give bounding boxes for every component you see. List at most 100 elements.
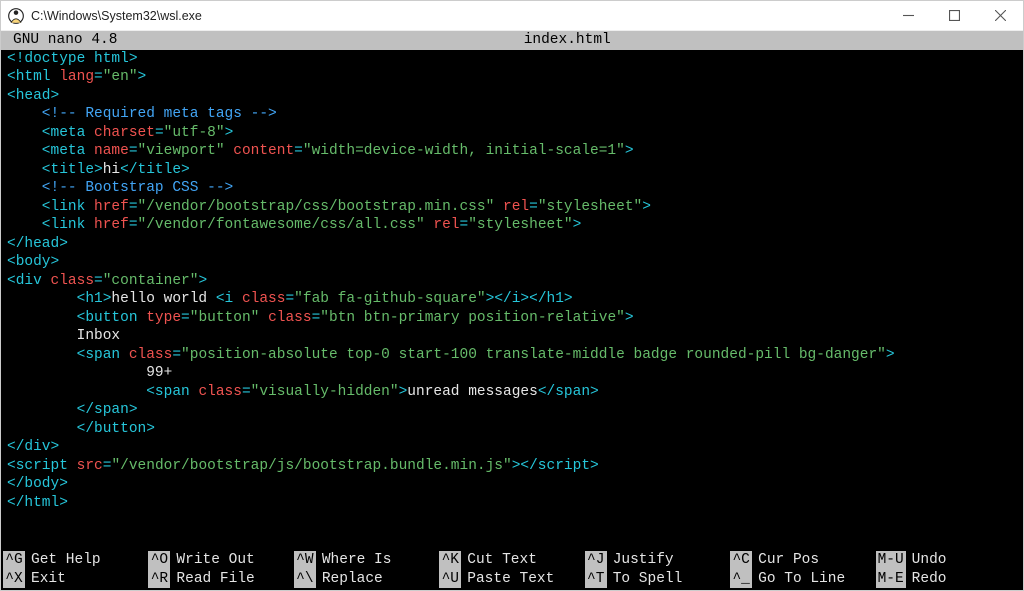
code: </title>	[120, 162, 190, 178]
titlebar[interactable]: C:\Windows\System32\wsl.exe	[1, 1, 1023, 31]
nano-header: GNU nano 4.8 index.html	[1, 31, 1023, 50]
code: >	[486, 291, 495, 307]
nano-filename: index.html	[117, 31, 1017, 50]
code: class	[51, 273, 95, 289]
code: <script	[7, 458, 77, 474]
terminal-area[interactable]: GNU nano 4.8 index.html <!doctype html> …	[1, 31, 1023, 590]
code: class	[268, 310, 312, 326]
shortcut-go-to-line: ^_Go To Line	[730, 570, 875, 589]
maximize-button[interactable]	[931, 1, 977, 31]
code: =	[94, 69, 103, 85]
shortcut-key: ^T	[585, 570, 607, 589]
minimize-button[interactable]	[885, 1, 931, 31]
shortcut-key: ^O	[148, 551, 170, 570]
code: "btn btn-primary position-relative"	[320, 310, 625, 326]
code: </span>	[7, 402, 138, 418]
code: "position-absolute top-0 start-100 trans…	[181, 347, 886, 363]
shortcut-label: To Spell	[613, 570, 683, 589]
shortcut-label: Redo	[912, 570, 947, 589]
shortcut-label: Paste Text	[467, 570, 554, 589]
shortcut-key: ^C	[730, 551, 752, 570]
shortcut-paste-text: ^U Paste Text	[439, 570, 584, 589]
shortcut-key: ^W	[294, 551, 316, 570]
shortcut-key: ^X	[3, 570, 25, 589]
shortcut-label: Undo	[912, 551, 947, 570]
app-icon	[7, 7, 25, 25]
shortcut-to-spell: ^T To Spell	[585, 570, 730, 589]
shortcut-key: ^J	[585, 551, 607, 570]
shortcut-cut-text: ^K Cut Text	[439, 551, 584, 570]
code: "container"	[103, 273, 199, 289]
shortcut-label: Cut Text	[467, 551, 537, 570]
shortcut-redo: M-E Redo	[876, 570, 1021, 589]
code: type	[146, 310, 181, 326]
shortcut-label: Replace	[322, 570, 383, 589]
code: class	[198, 384, 242, 400]
shortcut-key: M-U	[876, 551, 906, 570]
code: >	[886, 347, 895, 363]
shortcut-replace: ^\ Replace	[294, 570, 439, 589]
code: <link	[7, 199, 94, 215]
code: unread messages	[407, 384, 538, 400]
code: =	[460, 217, 469, 233]
code: "utf-8"	[164, 125, 225, 141]
shortcut-label: Where Is	[322, 551, 392, 570]
code: <link	[7, 217, 94, 233]
editor-content[interactable]: <!doctype html> <html lang="en"> <head> …	[1, 50, 1023, 552]
code: </i>	[494, 291, 529, 307]
code: </body>	[7, 476, 68, 492]
code: <html	[7, 69, 59, 85]
code: =	[312, 310, 321, 326]
shortcut-key: ^_	[730, 570, 752, 589]
code: name	[94, 143, 129, 159]
code: >	[399, 384, 408, 400]
code: class	[242, 291, 286, 307]
code: </html>	[7, 495, 68, 511]
code: "/vendor/fontawesome/css/all.css"	[138, 217, 425, 233]
shortcut-undo: M-U Undo	[876, 551, 1021, 570]
shortcut-key: ^U	[439, 570, 461, 589]
code: =	[172, 347, 181, 363]
shortcut-get-help: ^G Get Help	[3, 551, 148, 570]
code: </span>	[538, 384, 599, 400]
code: >	[573, 217, 582, 233]
close-button[interactable]	[977, 1, 1023, 31]
code: <span	[7, 384, 198, 400]
code: <meta	[7, 125, 94, 141]
code: "viewport"	[138, 143, 225, 159]
code: =	[529, 199, 538, 215]
code: <button	[7, 310, 146, 326]
code: "en"	[103, 69, 138, 85]
shortcut-key: ^G	[3, 551, 25, 570]
shortcut-label: Justify	[613, 551, 674, 570]
code: >	[225, 125, 234, 141]
code: =	[155, 125, 164, 141]
shortcut-label: Exit	[31, 570, 66, 589]
code: 99+	[7, 365, 172, 381]
shortcut-key: ^\	[294, 570, 316, 589]
shortcut-label: Get Help	[31, 551, 101, 570]
code: "stylesheet"	[538, 199, 642, 215]
shortcut-label: Read File	[176, 570, 254, 589]
code: </h1>	[529, 291, 573, 307]
code: <span	[7, 347, 129, 363]
shortcut-label: Cur Pos	[758, 551, 819, 570]
code: =	[294, 143, 303, 159]
code	[259, 310, 268, 326]
shortcut-cur-pos: ^C Cur Pos	[730, 551, 875, 570]
code: "stylesheet"	[468, 217, 572, 233]
code: </script>	[520, 458, 598, 474]
code: =	[129, 143, 138, 159]
code: </div>	[7, 439, 59, 455]
shortcut-key: M-E	[876, 570, 906, 589]
code: src	[77, 458, 103, 474]
nano-app-name: GNU nano 4.8	[7, 31, 117, 50]
code: <div	[7, 273, 51, 289]
code: =	[181, 310, 190, 326]
code: "button"	[190, 310, 260, 326]
code: >	[625, 143, 634, 159]
code: >	[138, 69, 147, 85]
code	[494, 199, 503, 215]
nano-shortcuts: ^GGet Help ^OWrite Out ^WWhere Is ^KCut …	[1, 551, 1023, 590]
shortcut-key: ^K	[439, 551, 461, 570]
